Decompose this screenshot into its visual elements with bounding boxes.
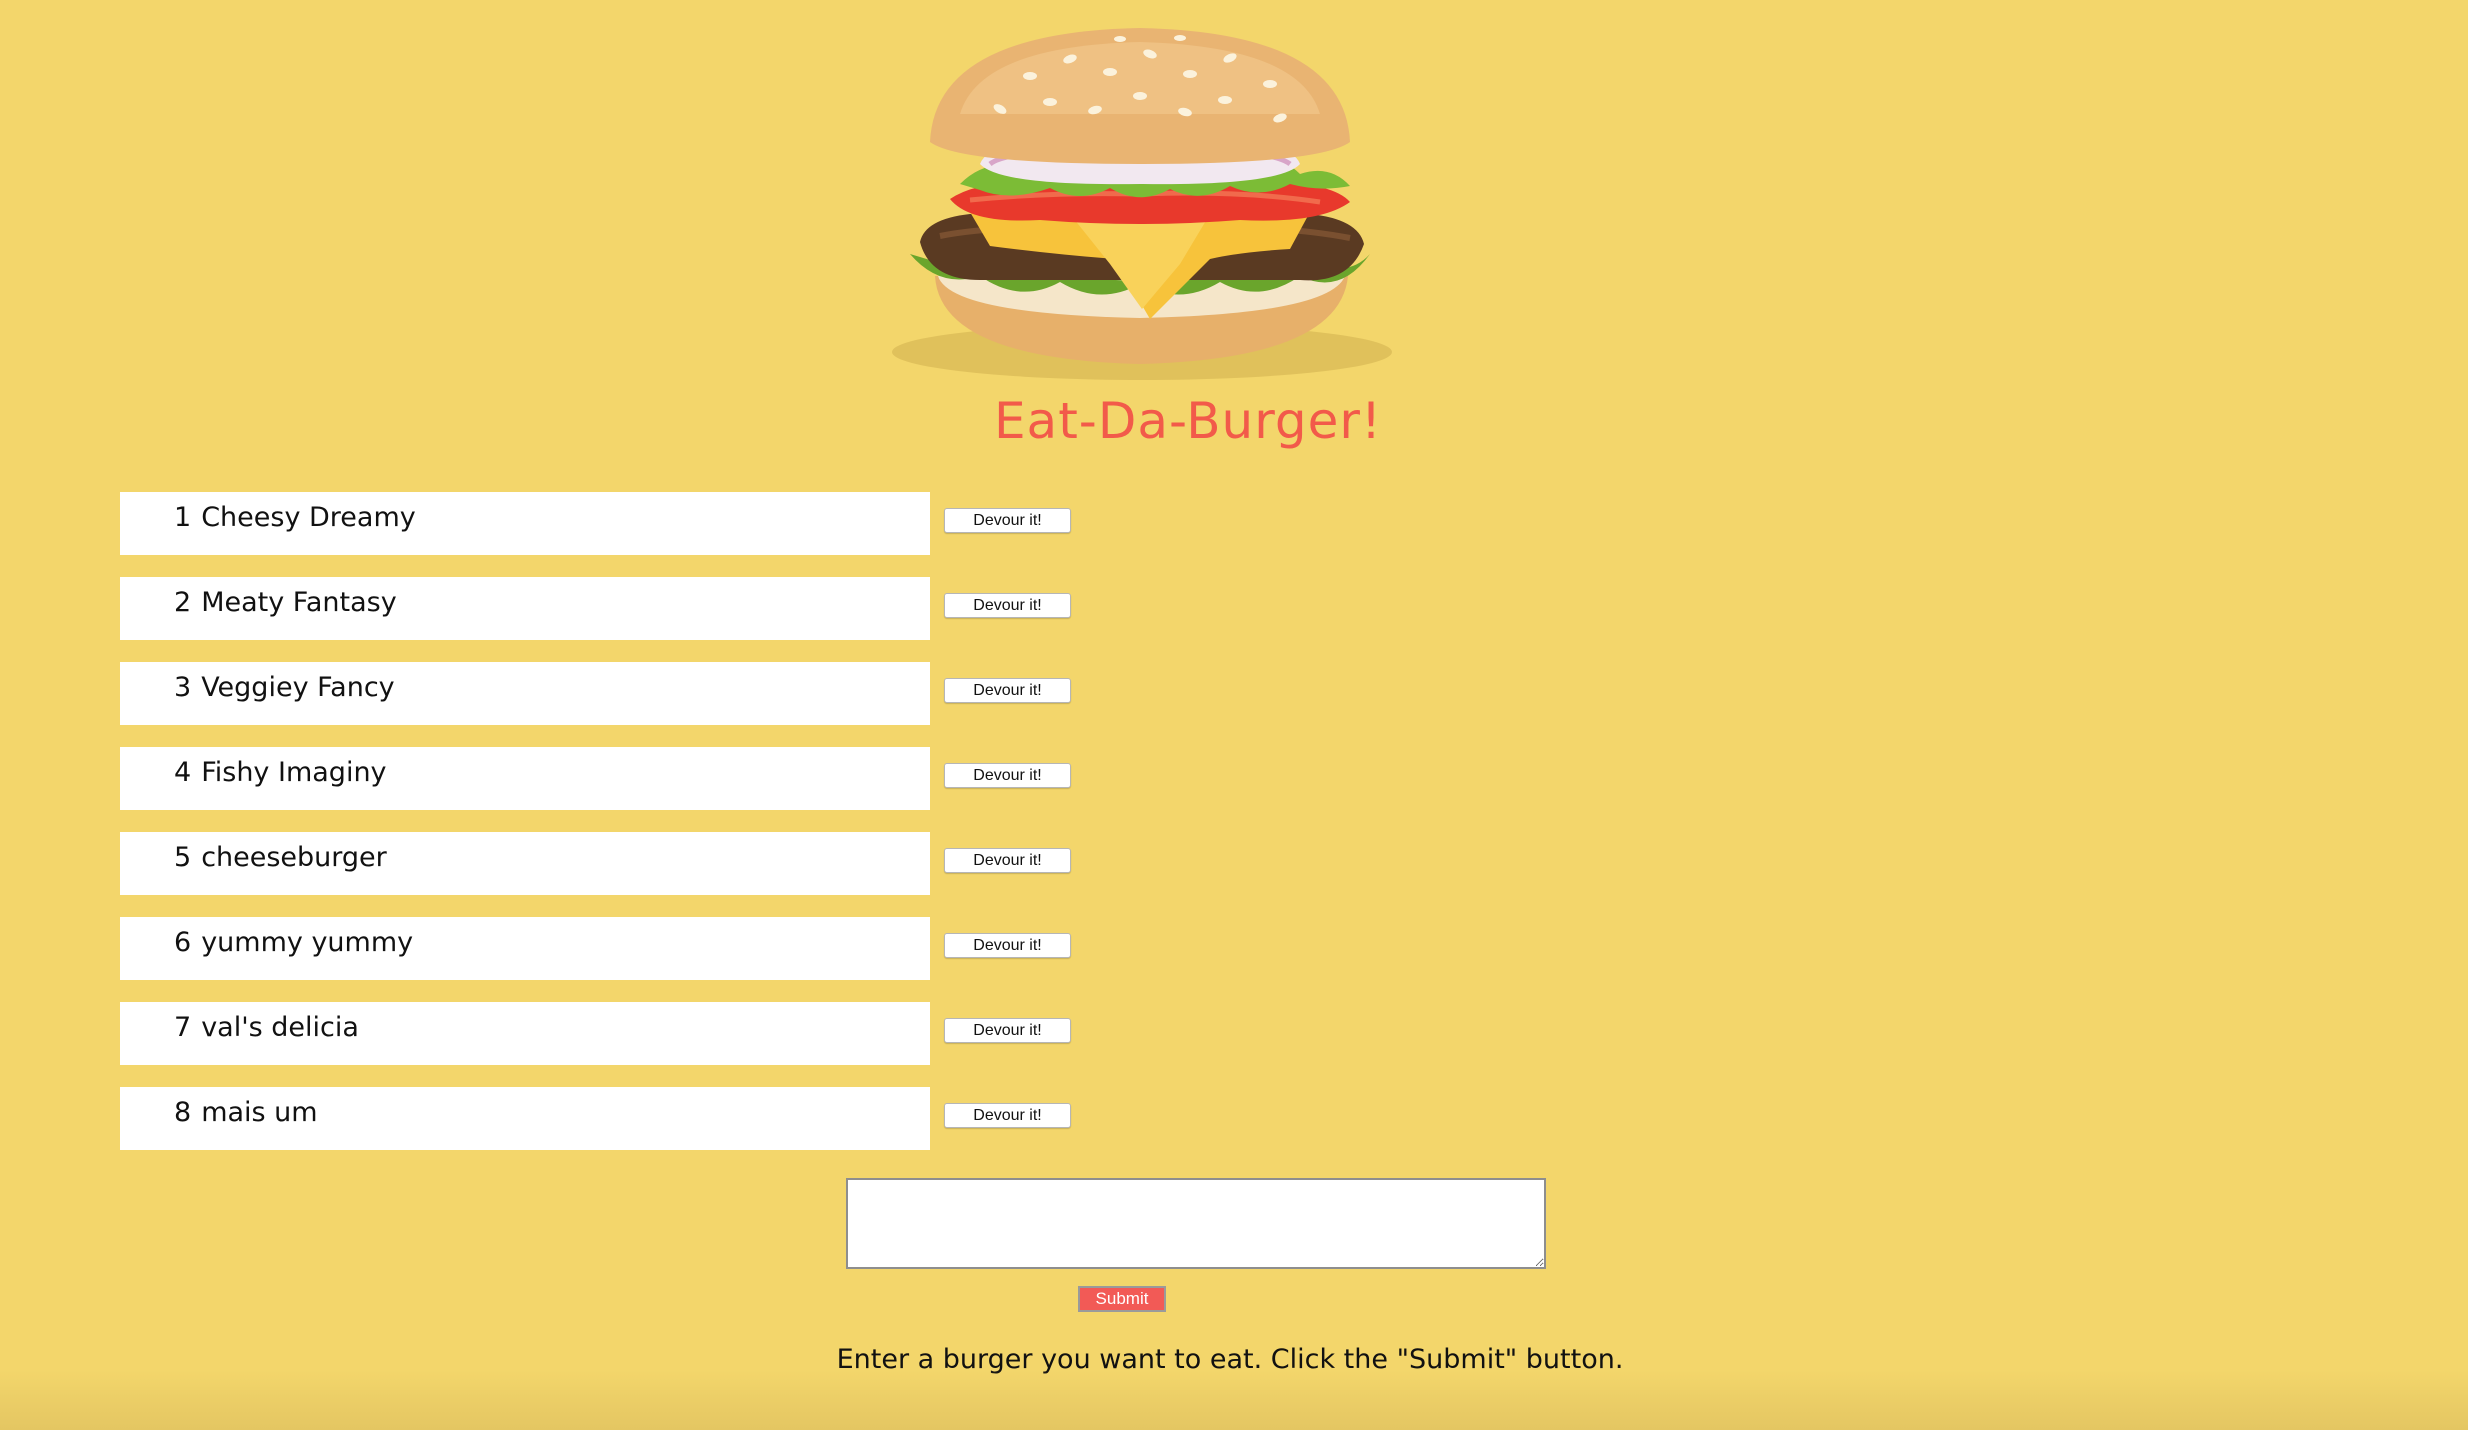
page-title: Eat-Da-Burger! bbox=[993, 392, 1383, 450]
devour-button[interactable]: Devour it! bbox=[944, 848, 1071, 873]
burger-name: Meaty Fantasy bbox=[201, 587, 397, 618]
burger-number: 3 bbox=[174, 672, 192, 703]
bottom-gradient bbox=[0, 1370, 2468, 1430]
devour-button[interactable]: Devour it! bbox=[944, 1103, 1071, 1128]
burger-name-box: 8 mais um bbox=[120, 1087, 930, 1150]
burger-name: Cheesy Dreamy bbox=[201, 502, 416, 533]
burger-name: Fishy Imaginy bbox=[201, 757, 387, 788]
burger-name-box: 5 cheeseburger bbox=[120, 832, 930, 895]
burger-number: 4 bbox=[174, 757, 192, 788]
burger-icon bbox=[880, 14, 1400, 384]
list-item: 6 yummy yummy Devour it! bbox=[120, 917, 1071, 980]
burger-list: 1 Cheesy Dreamy Devour it! 2 Meaty Fantasy… bbox=[120, 492, 1071, 1172]
submit-button[interactable]: Submit bbox=[1078, 1286, 1166, 1312]
burger-number: 8 bbox=[174, 1097, 192, 1128]
burger-number: 6 bbox=[174, 927, 192, 958]
burger-name: cheeseburger bbox=[201, 842, 387, 873]
list-item: 1 Cheesy Dreamy Devour it! bbox=[120, 492, 1071, 555]
devour-button[interactable]: Devour it! bbox=[944, 933, 1071, 958]
burger-number: 2 bbox=[174, 587, 192, 618]
burger-name: mais um bbox=[201, 1097, 318, 1128]
list-item: 5 cheeseburger Devour it! bbox=[120, 832, 1071, 895]
burger-name-box: 3 Veggiey Fancy bbox=[120, 662, 930, 725]
burger-name-box: 2 Meaty Fantasy bbox=[120, 577, 930, 640]
list-item: 8 mais um Devour it! bbox=[120, 1087, 1071, 1150]
list-item: 3 Veggiey Fancy Devour it! bbox=[120, 662, 1071, 725]
burger-number: 7 bbox=[174, 1012, 192, 1043]
devour-button[interactable]: Devour it! bbox=[944, 1018, 1071, 1043]
burger-input[interactable] bbox=[846, 1178, 1546, 1269]
burger-name-box: 4 Fishy Imaginy bbox=[120, 747, 930, 810]
devour-button[interactable]: Devour it! bbox=[944, 678, 1071, 703]
burger-name: val's delicia bbox=[201, 1012, 359, 1043]
burger-name-box: 6 yummy yummy bbox=[120, 917, 930, 980]
devour-button[interactable]: Devour it! bbox=[944, 508, 1071, 533]
burger-name-box: 7 val's delicia bbox=[120, 1002, 930, 1065]
burger-name-box: 1 Cheesy Dreamy bbox=[120, 492, 930, 555]
burger-name: Veggiey Fancy bbox=[201, 672, 395, 703]
devour-button[interactable]: Devour it! bbox=[944, 593, 1071, 618]
list-item: 7 val's delicia Devour it! bbox=[120, 1002, 1071, 1065]
burger-name: yummy yummy bbox=[201, 927, 414, 958]
list-item: 4 Fishy Imaginy Devour it! bbox=[120, 747, 1071, 810]
burger-number: 1 bbox=[174, 502, 192, 533]
list-item: 2 Meaty Fantasy Devour it! bbox=[120, 577, 1071, 640]
burger-number: 5 bbox=[174, 842, 192, 873]
page: Eat-Da-Burger! 1 Cheesy Dreamy Devour it!… bbox=[0, 0, 2468, 1430]
devour-button[interactable]: Devour it! bbox=[944, 763, 1071, 788]
